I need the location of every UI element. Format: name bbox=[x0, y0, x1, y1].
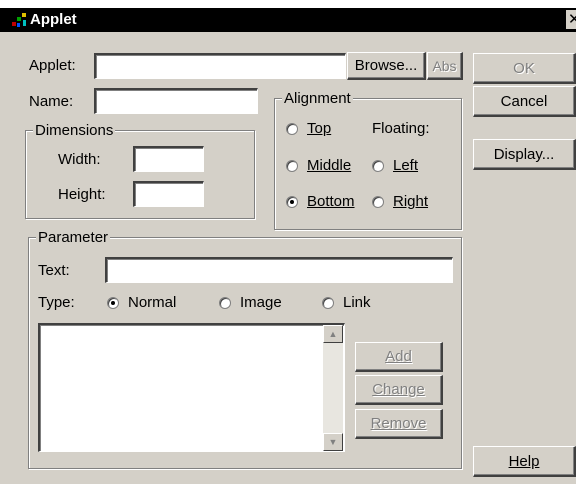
radio-icon bbox=[322, 297, 334, 309]
window-title: Applet bbox=[30, 11, 77, 28]
dimensions-group-title: Dimensions bbox=[33, 122, 116, 139]
abs-button[interactable]: Abs bbox=[427, 52, 463, 80]
radio-icon bbox=[372, 160, 384, 172]
parameter-list[interactable]: ▲ ▼ bbox=[38, 323, 345, 452]
radio-icon bbox=[372, 196, 384, 208]
alignment-group bbox=[274, 98, 462, 230]
applet-label: Applet: bbox=[29, 57, 76, 74]
name-input[interactable] bbox=[94, 88, 258, 114]
parameter-group-title: Parameter bbox=[36, 229, 111, 246]
applet-input[interactable] bbox=[94, 53, 346, 79]
help-button[interactable]: Help bbox=[473, 446, 576, 477]
radio-icon bbox=[219, 297, 231, 309]
down-arrow-icon[interactable]: ▼ bbox=[323, 433, 343, 451]
text-label: Text: bbox=[38, 262, 70, 279]
type-label: Type: bbox=[38, 294, 75, 311]
applet-app-icon bbox=[12, 13, 26, 27]
close-icon[interactable]: ✕ bbox=[566, 10, 576, 29]
up-arrow-icon[interactable]: ▲ bbox=[323, 325, 343, 343]
width-input[interactable] bbox=[133, 146, 204, 172]
cancel-button[interactable]: Cancel bbox=[473, 86, 576, 117]
title-bar[interactable]: Applet ✕ bbox=[0, 8, 576, 32]
add-button[interactable]: Add bbox=[355, 342, 443, 372]
floating-label: Floating: bbox=[372, 120, 430, 137]
alignment-group-title: Alignment bbox=[282, 90, 353, 107]
change-button[interactable]: Change bbox=[355, 375, 443, 405]
radio-selected-icon bbox=[286, 196, 298, 208]
remove-button[interactable]: Remove bbox=[355, 409, 443, 439]
width-label: Width: bbox=[58, 151, 101, 168]
height-label: Height: bbox=[58, 186, 106, 203]
display-button[interactable]: Display... bbox=[473, 139, 576, 170]
radio-selected-icon bbox=[107, 297, 119, 309]
text-input[interactable] bbox=[105, 257, 453, 283]
list-scrollbar[interactable]: ▲ ▼ bbox=[323, 325, 343, 451]
radio-icon bbox=[286, 123, 298, 135]
browse-button[interactable]: Browse... bbox=[347, 52, 426, 80]
height-input[interactable] bbox=[133, 181, 204, 207]
applet-dialog: Applet ✕ Applet: Browse... Abs Name: Dim… bbox=[0, 8, 576, 484]
radio-icon bbox=[286, 160, 298, 172]
name-label: Name: bbox=[29, 93, 74, 110]
ok-button[interactable]: OK bbox=[473, 53, 576, 84]
